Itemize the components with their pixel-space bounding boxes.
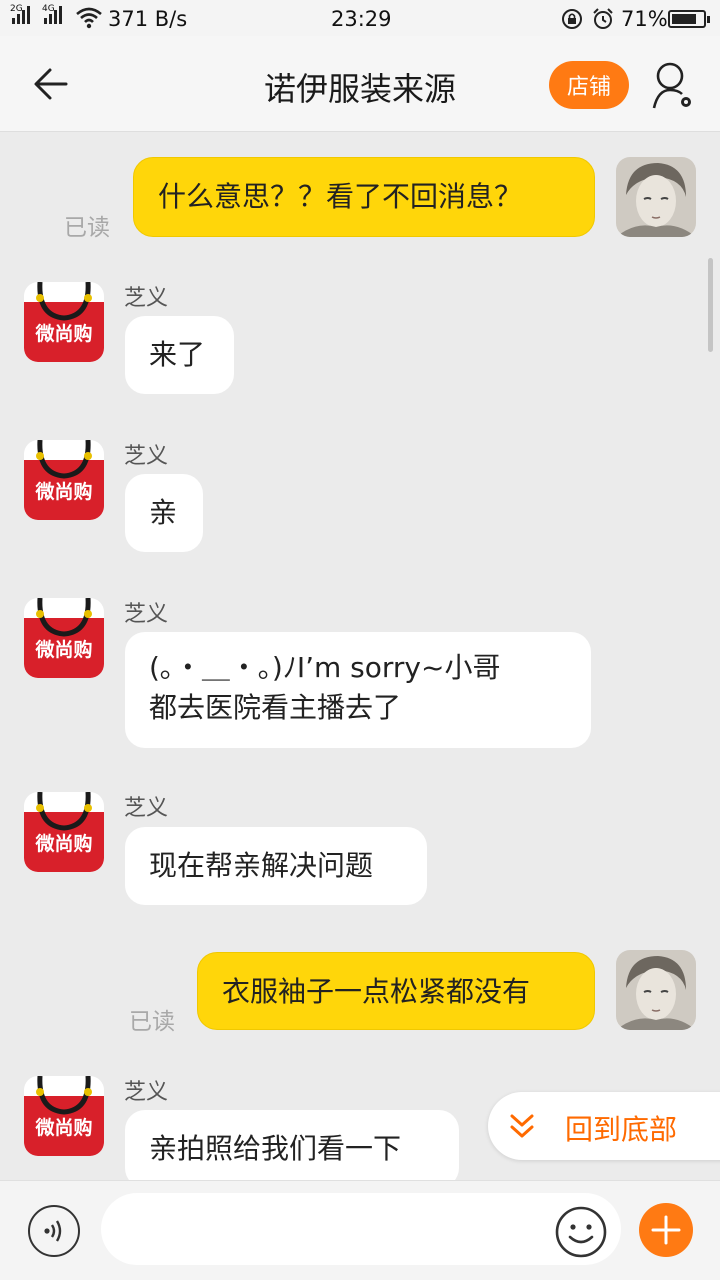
sender-name: 芝义 xyxy=(124,444,169,469)
shop-button[interactable]: 店铺 xyxy=(549,61,629,109)
their-message-bubble[interactable]: (｡・＿・｡)ﾉI’m sorry~小哥 都去医院看主播去了 xyxy=(125,632,591,748)
alarm-icon xyxy=(593,8,613,29)
network-type-label: 2G xyxy=(10,4,23,14)
my-message-bubble[interactable]: 衣服袖子一点松紧都没有 xyxy=(197,952,595,1030)
plus-icon xyxy=(651,1215,681,1245)
svg-text:微尚购: 微尚购 xyxy=(34,638,92,661)
clock: 23:29 xyxy=(331,7,392,31)
chat-header: 诺伊服装来源 店铺 xyxy=(0,36,720,132)
double-chevron-down-icon xyxy=(510,1114,534,1138)
scrollbar[interactable] xyxy=(708,258,713,352)
network-speed: 371 B/s xyxy=(108,7,188,31)
their-message-bubble[interactable]: 现在帮亲解决问题 xyxy=(125,827,427,905)
sender-name: 芝义 xyxy=(124,602,169,627)
svg-text:微尚购: 微尚购 xyxy=(34,832,92,855)
battery-percent: 71% xyxy=(621,7,668,31)
user-avatar[interactable] xyxy=(616,157,696,237)
shop-avatar[interactable]: 微尚购 xyxy=(24,1076,104,1156)
voice-icon xyxy=(44,1220,62,1242)
battery-icon xyxy=(668,10,710,28)
shop-avatar[interactable]: 微尚购 xyxy=(24,792,104,872)
message-input[interactable] xyxy=(101,1193,621,1265)
shop-avatar[interactable]: 微尚购 xyxy=(24,282,104,362)
signal-icon: 4G xyxy=(42,4,62,24)
network-type-label: 4G xyxy=(42,4,55,14)
read-receipt: 已读 xyxy=(129,1009,175,1035)
status-bar: 2G 4G 371 B/s 23:29 71% xyxy=(0,0,720,36)
my-message-bubble[interactable]: 什么意思？？看了不回消息？ xyxy=(133,157,595,237)
message-line: (｡・＿・｡)ﾉI’m sorry~小哥 xyxy=(149,651,501,684)
their-message-bubble[interactable]: 亲拍照给我们看一下 xyxy=(125,1110,459,1188)
emoji-icon[interactable] xyxy=(554,1205,608,1259)
signal-icon: 2G xyxy=(10,4,30,24)
read-receipt: 已读 xyxy=(64,215,110,241)
svg-text:微尚购: 微尚购 xyxy=(34,1116,92,1139)
their-message-bubble[interactable]: 来了 xyxy=(125,316,234,394)
shop-avatar[interactable]: 微尚购 xyxy=(24,440,104,520)
message-input-bar xyxy=(0,1180,720,1280)
rotation-lock-icon xyxy=(562,9,582,29)
wifi-icon xyxy=(76,7,102,29)
user-avatar[interactable] xyxy=(616,950,696,1030)
scroll-to-bottom-label: 回到底部 xyxy=(565,1113,678,1146)
sender-name: 芝义 xyxy=(124,796,169,821)
sender-name: 芝义 xyxy=(124,1080,169,1105)
svg-text:微尚购: 微尚购 xyxy=(34,322,92,345)
scroll-to-bottom-button[interactable]: 回到底部 xyxy=(488,1092,720,1160)
message-line: 都去医院看主播去了 xyxy=(149,691,402,724)
sender-name: 芝义 xyxy=(124,286,169,311)
svg-text:微尚购: 微尚购 xyxy=(34,480,92,503)
voice-input-button[interactable] xyxy=(28,1205,80,1257)
user-settings-icon[interactable] xyxy=(650,60,696,112)
shop-avatar[interactable]: 微尚购 xyxy=(24,598,104,678)
more-options-button[interactable] xyxy=(639,1203,693,1257)
their-message-bubble[interactable]: 亲 xyxy=(125,474,203,552)
